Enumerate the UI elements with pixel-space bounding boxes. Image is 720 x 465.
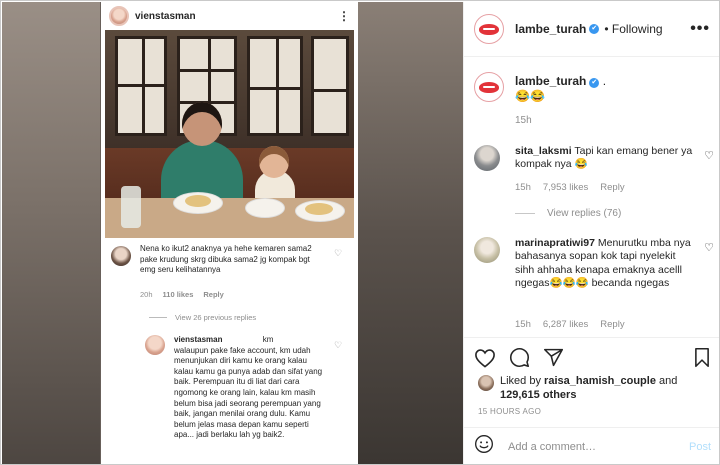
comment-icon[interactable] bbox=[509, 347, 530, 368]
caption-time: 15h bbox=[515, 115, 532, 126]
embedded-comment-avatar bbox=[111, 246, 131, 266]
comment-heart-icon[interactable]: ♡ bbox=[704, 149, 714, 162]
comment-time: 15h bbox=[515, 319, 531, 330]
media-blur-right bbox=[358, 2, 463, 464]
author-avatar[interactable] bbox=[474, 14, 504, 44]
embedded-reply-text: walaupun pake fake account, km udah menu… bbox=[174, 345, 323, 440]
comment-input[interactable]: Add a comment… bbox=[508, 441, 596, 453]
caption-text: . bbox=[602, 74, 607, 88]
embedded-more-icon: ⋮ bbox=[338, 9, 350, 23]
embedded-username: vienstasman bbox=[135, 10, 196, 22]
embedded-reply-avatar bbox=[145, 335, 165, 355]
caption-avatar[interactable] bbox=[474, 72, 504, 102]
comment-avatar[interactable] bbox=[474, 145, 500, 171]
action-bar bbox=[464, 337, 719, 377]
embedded-reply-username: vienstasman bbox=[174, 335, 223, 344]
share-icon[interactable] bbox=[543, 347, 564, 368]
liker-username[interactable]: raisa_hamish_couple bbox=[544, 375, 656, 387]
embedded-comment-likes: 110 likes bbox=[162, 290, 194, 299]
following-status[interactable]: • Following bbox=[604, 22, 662, 36]
comment-time: 15h bbox=[515, 182, 531, 193]
heart-icon[interactable] bbox=[474, 348, 496, 368]
comment-item: sita_laksmi Tapi kan emang bener ya komp… bbox=[474, 145, 714, 205]
comments-list: lambe_turah ✔ . 😂😂 15h sita_laksmi Tapi k… bbox=[464, 58, 719, 337]
embedded-reply-prefix: km bbox=[262, 335, 274, 344]
comment-avatar[interactable] bbox=[474, 237, 500, 263]
comment-item: marinapratiwi97 Menurutku mba nya bahasa… bbox=[474, 237, 714, 330]
post-timestamp[interactable]: 15 HOURS AGO bbox=[478, 407, 541, 416]
comment-username[interactable]: marinapratiwi97 bbox=[515, 237, 595, 249]
liker-avatar[interactable] bbox=[478, 375, 494, 391]
author-username[interactable]: lambe_turah bbox=[515, 22, 586, 36]
post-side-panel: lambe_turah ✔ • Following ••• lambe_tura… bbox=[463, 2, 719, 464]
lips-logo-icon bbox=[479, 23, 499, 35]
emoji-icon[interactable] bbox=[474, 434, 494, 459]
bookmark-icon[interactable] bbox=[693, 347, 711, 368]
post-media: vienstasman ⋮ Nena ko ikut2 anaknya ya h… bbox=[2, 2, 463, 464]
embedded-view-replies: View 26 previous replies bbox=[149, 313, 256, 322]
caption-emoji: 😂😂 bbox=[515, 89, 545, 103]
verified-icon: ✔ bbox=[589, 78, 600, 88]
embedded-photo bbox=[105, 30, 354, 238]
embedded-reply-heart-icon: ♡ bbox=[334, 340, 343, 350]
comment-username[interactable]: sita_laksmi bbox=[515, 145, 572, 157]
more-options-icon[interactable]: ••• bbox=[690, 21, 710, 37]
likes-count[interactable]: 129,615 others bbox=[500, 389, 576, 401]
embedded-post-header: vienstasman ⋮ bbox=[101, 2, 358, 30]
embedded-comment-text: Nena ko ikut2 anaknya ya hehe kemaren sa… bbox=[140, 244, 312, 274]
post-comment-button[interactable]: Post bbox=[689, 441, 711, 453]
embedded-heart-icon: ♡ bbox=[334, 248, 343, 258]
comment-likes[interactable]: 6,287 likes bbox=[543, 319, 588, 330]
embedded-comment-reply: Reply bbox=[203, 290, 224, 299]
post-header: lambe_turah ✔ • Following ••• bbox=[464, 2, 719, 57]
caption-username[interactable]: lambe_turah bbox=[515, 74, 586, 88]
instagram-post-modal: vienstasman ⋮ Nena ko ikut2 anaknya ya h… bbox=[0, 0, 720, 465]
lips-logo-icon bbox=[479, 81, 499, 93]
comment-likes[interactable]: 7,953 likes bbox=[543, 182, 588, 193]
comment-heart-icon[interactable]: ♡ bbox=[704, 241, 714, 254]
comment-box: Add a comment… Post bbox=[464, 427, 719, 464]
embedded-avatar bbox=[109, 6, 129, 26]
view-replies-button[interactable]: View replies (76) bbox=[515, 208, 621, 219]
media-blur-left bbox=[2, 2, 100, 464]
comment-reply-button[interactable]: Reply bbox=[600, 319, 624, 330]
comment-reply-button[interactable]: Reply bbox=[600, 182, 624, 193]
embedded-comment: Nena ko ikut2 anaknya ya hehe kemaren sa… bbox=[101, 238, 358, 300]
embedded-screenshot: vienstasman ⋮ Nena ko ikut2 anaknya ya h… bbox=[101, 2, 358, 464]
verified-icon: ✔ bbox=[589, 24, 600, 34]
embedded-comment-time: 20h bbox=[140, 290, 153, 299]
